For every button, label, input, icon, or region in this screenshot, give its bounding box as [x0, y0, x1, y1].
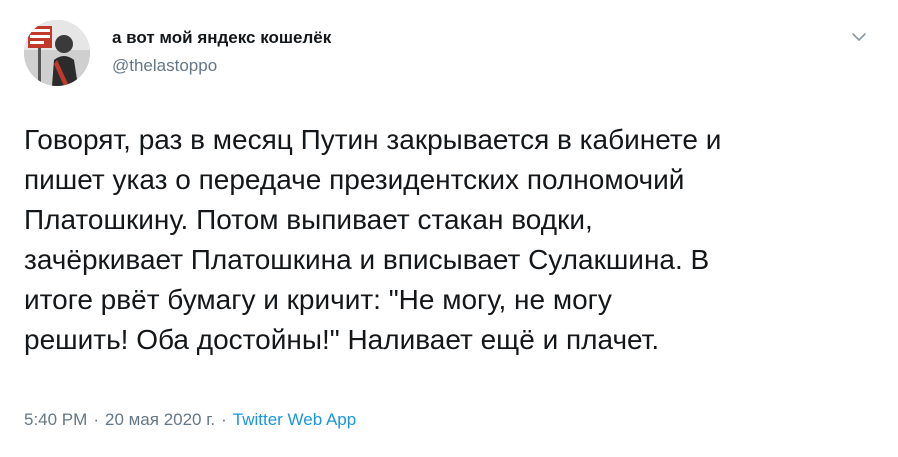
tweet-text-line: Говорят, раз в месяц Путин закрывается в…	[24, 124, 722, 155]
tweet-text-line: Платошкину. Потом выпивает стакан водки,	[24, 204, 593, 235]
tweet-text-line: решить! Оба достойны!" Наливает ещё и пл…	[24, 324, 660, 355]
chevron-down-icon[interactable]	[848, 26, 870, 48]
meta-separator: ·	[221, 410, 227, 429]
tweet-text-line: пишет указ о передаче президентских полн…	[24, 164, 685, 195]
tweet-text: Говорят, раз в месяц Путин закрывается в…	[24, 120, 884, 360]
tweet-date[interactable]: 20 мая 2020 г.	[105, 410, 215, 429]
tweet-metadata: 5:40 PM · 20 мая 2020 г. · Twitter Web App	[24, 410, 356, 430]
author-handle[interactable]: @thelastoppo	[112, 56, 217, 76]
avatar[interactable]	[24, 20, 90, 86]
meta-separator: ·	[93, 410, 99, 429]
tweet-text-line: итоге рвёт бумагу и кричит: "Не могу, не…	[24, 284, 612, 315]
tweet-time[interactable]: 5:40 PM	[24, 410, 87, 429]
tweet-card: а вот мой яндекс кошелёк @thelastoppo Го…	[0, 0, 898, 457]
tweet-text-line: зачёркивает Платошкина и вписывает Сулак…	[24, 244, 710, 275]
profile-photo-icon	[24, 20, 90, 86]
tweet-source-link[interactable]: Twitter Web App	[233, 410, 356, 429]
author-display-name[interactable]: а вот мой яндекс кошелёк	[112, 28, 331, 48]
